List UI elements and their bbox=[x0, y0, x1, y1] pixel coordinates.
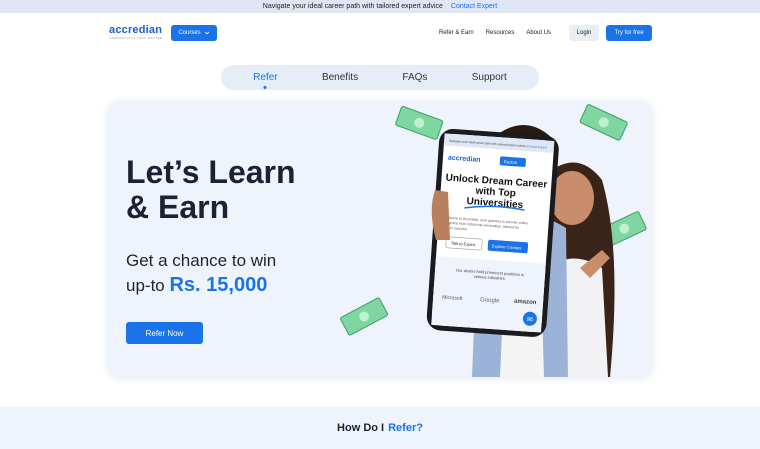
announcement-text: Navigate your ideal career path with tai… bbox=[262, 3, 443, 10]
login-button[interactable]: Login bbox=[569, 25, 599, 41]
logo[interactable]: accredian CREDENTIALS THAT MATTER bbox=[109, 24, 163, 41]
courses-button[interactable]: Courses bbox=[171, 25, 217, 41]
tab-benefits[interactable]: Benefits bbox=[322, 72, 358, 83]
section-tabs: Refer Benefits FAQs Support bbox=[221, 65, 539, 90]
nav-link-refer-earn[interactable]: Refer & Earn bbox=[439, 30, 474, 36]
how-do-highlight: Refer? bbox=[388, 422, 423, 434]
hero-card: Let’s Learn & Earn Get a chance to win u… bbox=[108, 100, 652, 377]
main-nav: accredian CREDENTIALS THAT MATTER Course… bbox=[0, 18, 760, 48]
how-do-prefix: How Do I bbox=[337, 422, 385, 434]
hero-sub-line1: Get a chance to win bbox=[126, 251, 277, 270]
hero-sub-line2: up-to Rs. 15,000 bbox=[126, 273, 326, 298]
tab-refer[interactable]: Refer bbox=[253, 72, 277, 83]
try-for-free-button[interactable]: Try for free bbox=[606, 25, 652, 41]
nav-links: Refer & Earn Resources About Us bbox=[439, 30, 551, 36]
announcement-bar: Navigate your ideal career path with tai… bbox=[0, 0, 760, 13]
refer-now-button[interactable]: Refer Now bbox=[126, 322, 203, 344]
hero-sub-prefix: up-to bbox=[126, 276, 165, 295]
hero-title: Let’s Learn & Earn bbox=[126, 155, 326, 225]
hero-title-line2: & Earn bbox=[126, 189, 230, 225]
logo-text: accredian bbox=[109, 24, 163, 36]
hero-illustration: Navigate your ideal career path with tai… bbox=[340, 104, 647, 377]
phone-explore-button: Explore bbox=[504, 159, 519, 165]
tab-faqs[interactable]: FAQs bbox=[402, 72, 427, 83]
reward-amount: Rs. 15,000 bbox=[169, 274, 268, 296]
courses-label: Courses bbox=[178, 30, 201, 36]
hero-subtitle: Get a chance to win up-to Rs. 15,000 bbox=[126, 248, 326, 298]
contact-expert-link[interactable]: Contact Expert bbox=[451, 3, 497, 10]
how-do-i-refer-heading: How Do I Refer? bbox=[0, 407, 760, 449]
nav-link-about-us[interactable]: About Us bbox=[526, 30, 551, 36]
chat-icon: ✉ bbox=[527, 317, 533, 324]
tab-support[interactable]: Support bbox=[472, 72, 507, 83]
logo-tagline: CREDENTIALS THAT MATTER bbox=[109, 36, 163, 40]
hero-title-line1: Let’s Learn bbox=[126, 154, 296, 190]
nav-link-resources[interactable]: Resources bbox=[486, 30, 515, 36]
hand-left bbox=[431, 190, 450, 240]
chevron-down-icon bbox=[204, 31, 209, 35]
